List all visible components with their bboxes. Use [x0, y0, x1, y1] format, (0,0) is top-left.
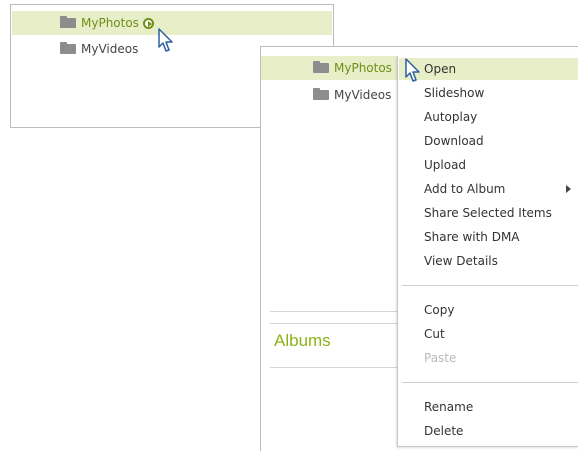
folder-icon [60, 42, 76, 54]
folder-label: MyVideos [81, 42, 139, 56]
menu-item-label: Cut [424, 327, 445, 341]
menu-item-label: Copy [424, 303, 455, 317]
folder-label: MyPhotos [334, 61, 392, 75]
menu-item-label: Rename [424, 400, 474, 414]
menu-item-cut[interactable]: Cut [399, 323, 578, 345]
folder-icon [313, 88, 329, 100]
divider [270, 323, 400, 324]
menu-item-autoplay[interactable]: Autoplay [399, 106, 578, 128]
menu-item-share-selected-items[interactable]: Share Selected Items [399, 202, 578, 224]
menu-item-label: Autoplay [424, 110, 478, 124]
albums-heading: Albums [274, 331, 331, 350]
play-icon[interactable] [142, 17, 154, 29]
menu-item-share-with-dma[interactable]: Share with DMA [399, 226, 578, 248]
menu-item-rename[interactable]: Rename [399, 396, 578, 418]
folder-label: MyPhotos [81, 16, 139, 30]
submenu-arrow-icon [566, 185, 571, 193]
menu-item-download[interactable]: Download [399, 130, 578, 152]
menu-item-label: Open [424, 62, 457, 76]
menu-item-label: Share Selected Items [424, 206, 552, 220]
cursor-icon [405, 58, 420, 82]
folder-icon [313, 61, 329, 73]
menu-item-label: Share with DMA [424, 230, 520, 244]
menu-item-label: View Details [424, 254, 498, 268]
menu-item-delete[interactable]: Delete [399, 420, 578, 442]
menu-item-label: Upload [424, 158, 467, 172]
menu-item-open[interactable]: Open [399, 58, 578, 80]
menu-separator [402, 382, 578, 383]
folder-icon [60, 16, 76, 28]
folder-row-myphotos[interactable]: MyPhotos [261, 56, 401, 80]
divider [270, 311, 400, 312]
cursor-icon [158, 28, 173, 52]
menu-separator [402, 285, 578, 286]
menu-item-paste: Paste [399, 347, 578, 369]
menu-item-label: Download [424, 134, 484, 148]
menu-item-slideshow[interactable]: Slideshow [399, 82, 578, 104]
divider [270, 367, 400, 368]
context-menu: Open Slideshow Autoplay Download Upload … [397, 56, 578, 447]
folder-row-myvideos[interactable]: MyVideos [261, 83, 401, 107]
menu-item-copy[interactable]: Copy [399, 299, 578, 321]
menu-item-upload[interactable]: Upload [399, 154, 578, 176]
menu-item-label: Delete [424, 424, 464, 438]
menu-item-label: Paste [424, 351, 457, 365]
menu-item-view-details[interactable]: View Details [399, 250, 578, 272]
menu-item-label: Slideshow [424, 86, 485, 100]
menu-item-add-to-album[interactable]: Add to Album [399, 178, 578, 200]
menu-item-label: Add to Album [424, 182, 506, 196]
folder-label: MyVideos [334, 88, 392, 102]
